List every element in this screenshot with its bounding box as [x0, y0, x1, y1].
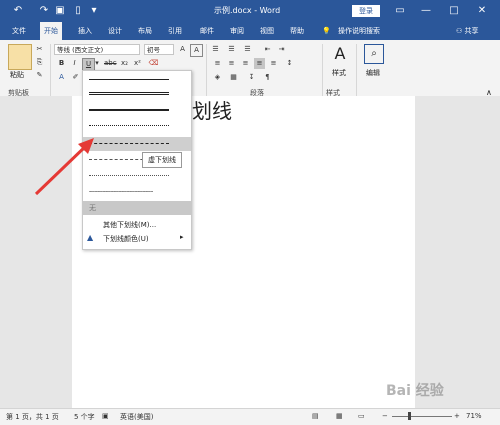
decrease-indent-icon[interactable]: ⇤	[262, 44, 273, 55]
increase-indent-icon[interactable]: ⇥	[276, 44, 287, 55]
watermark-logo: Bai 经验	[386, 383, 444, 399]
search-icon[interactable]: ⌕	[364, 44, 384, 64]
tab-help[interactable]: 帮助	[286, 22, 308, 40]
login-button[interactable]: 登录	[352, 5, 380, 17]
zoom-out-button[interactable]: −	[382, 412, 388, 420]
more-underlines-label: 其他下划线(M)...	[103, 221, 157, 229]
redo-icon[interactable]: ↷	[38, 5, 50, 17]
align-left-icon[interactable]: ≡	[212, 58, 223, 69]
format-painter-icon[interactable]: ✎	[34, 70, 45, 81]
change-case-icon[interactable]: A	[190, 44, 203, 57]
editing-button[interactable]: 编辑	[366, 68, 380, 78]
proofing-icon[interactable]: ▣	[102, 412, 109, 420]
tab-insert[interactable]: 插入	[74, 22, 96, 40]
divider	[50, 44, 51, 96]
underline-dropdown-icon[interactable]: ▾	[94, 58, 100, 69]
web-layout-icon[interactable]: ▭	[358, 412, 365, 420]
tab-home[interactable]: 开始	[40, 22, 62, 40]
italic-button[interactable]: I	[69, 58, 80, 69]
underline-color-item[interactable]: ▲ 下划线颜色(U) ▸	[83, 233, 191, 245]
zoom-level[interactable]: 71%	[466, 412, 482, 420]
show-marks-icon[interactable]: ¶	[262, 72, 273, 83]
tab-file[interactable]: 文件	[8, 22, 30, 40]
underline-option-none[interactable]: 无	[83, 201, 191, 215]
numbering-icon[interactable]: ☰	[226, 44, 237, 55]
line-spacing-icon[interactable]: ↕	[284, 58, 295, 69]
title-bar: ↶ ↷ ▣ ▯ ▾ 示例.docx - Word 登录 ▭ — □ ✕	[0, 0, 500, 22]
shading-icon[interactable]: ◈	[212, 72, 223, 83]
tell-me-search[interactable]: 操作说明搜索	[334, 22, 384, 40]
bold-button[interactable]: B	[56, 58, 67, 69]
sort-icon[interactable]: ↧	[246, 72, 257, 83]
styles-icon[interactable]: A	[330, 44, 350, 64]
print-layout-icon[interactable]: ▦	[336, 412, 343, 420]
divider	[322, 44, 323, 96]
underline-color-icon: ▲	[87, 233, 94, 242]
submenu-arrow-icon: ▸	[180, 233, 184, 241]
align-right-icon[interactable]: ≡	[240, 58, 251, 69]
borders-icon[interactable]: ▦	[228, 72, 239, 83]
more-underlines-item[interactable]: 其他下划线(M)...	[83, 219, 191, 231]
annotation-arrow	[34, 138, 94, 196]
share-button[interactable]: ⚇ 共享	[452, 22, 483, 40]
word-count[interactable]: 5 个字	[74, 412, 95, 422]
share-label: 共享	[464, 27, 479, 35]
underline-option-thick[interactable]	[83, 103, 191, 117]
lightbulb-icon: 💡	[322, 27, 331, 35]
new-doc-icon[interactable]: ▯	[72, 5, 84, 17]
maximize-button[interactable]: □	[442, 2, 466, 20]
cut-icon[interactable]: ✂	[34, 44, 45, 55]
undo-icon[interactable]: ↶	[12, 5, 24, 17]
tab-view[interactable]: 视图	[256, 22, 278, 40]
divider	[356, 44, 357, 96]
underline-color-label: 下划线颜色(U)	[103, 235, 149, 243]
distributed-icon[interactable]: ≡	[268, 58, 279, 69]
minimize-button[interactable]: —	[414, 2, 438, 20]
styles-button[interactable]: 样式	[332, 68, 346, 78]
grow-font-icon[interactable]: A	[177, 44, 188, 55]
font-name-select[interactable]: 等线 (西文正文)	[54, 44, 140, 55]
subscript-button[interactable]: x₂	[119, 58, 130, 69]
paste-label: 粘贴	[10, 71, 24, 79]
bullets-icon[interactable]: ☰	[210, 44, 221, 55]
window-title: 示例.docx - Word	[214, 6, 281, 15]
text-effects-icon[interactable]: A	[56, 72, 67, 83]
tab-layout[interactable]: 布局	[134, 22, 156, 40]
ribbon: 粘贴 ✂ ⎘ ✎ 剪贴板 等线 (西文正文) 初号 A A B I U ▾ ab…	[0, 40, 500, 97]
ribbon-display-icon[interactable]: ▭	[388, 2, 412, 20]
justify-icon[interactable]: ≡	[254, 58, 265, 69]
tab-references[interactable]: 引用	[164, 22, 186, 40]
align-center-icon[interactable]: ≡	[226, 58, 237, 69]
zoom-slider[interactable]	[392, 416, 452, 417]
tab-review[interactable]: 审阅	[226, 22, 248, 40]
tab-mailings[interactable]: 邮件	[196, 22, 218, 40]
qat-dropdown-icon[interactable]: ▾	[88, 5, 100, 17]
multilevel-icon[interactable]: ☰	[242, 44, 253, 55]
read-mode-icon[interactable]: ▤	[312, 412, 319, 420]
superscript-button[interactable]: x²	[132, 58, 143, 69]
paste-icon[interactable]	[8, 44, 32, 70]
zoom-slider-thumb[interactable]	[408, 412, 411, 420]
status-bar: 第 1 页，共 1 页 5 个字 ▣ 英语(美国) ▤ ▦ ▭ − + 71%	[0, 408, 500, 425]
ribbon-tabs: 文件 开始 插入 设计 布局 引用 邮件 审阅 视图 帮助 💡 操作说明搜索 ⚇…	[0, 22, 500, 40]
strikethrough-button[interactable]: abc	[104, 58, 117, 69]
underline-option-single[interactable]	[83, 71, 191, 85]
close-button[interactable]: ✕	[470, 2, 494, 20]
clear-format-icon[interactable]: ⌫	[148, 58, 159, 69]
page-count[interactable]: 第 1 页，共 1 页	[6, 412, 59, 422]
divider	[206, 44, 207, 96]
font-size-select[interactable]: 初号	[144, 44, 174, 55]
highlight-icon[interactable]: ✐	[70, 72, 81, 83]
save-icon[interactable]: ▣	[54, 5, 66, 17]
tab-design[interactable]: 设计	[104, 22, 126, 40]
copy-icon[interactable]: ⎘	[34, 57, 45, 68]
language[interactable]: 英语(美国)	[120, 412, 153, 422]
tooltip: 虚下划线	[142, 152, 182, 168]
zoom-in-button[interactable]: +	[454, 412, 460, 420]
none-label: 无	[89, 204, 96, 212]
person-icon: ⚇	[456, 27, 463, 35]
underline-option-double[interactable]	[83, 87, 191, 101]
